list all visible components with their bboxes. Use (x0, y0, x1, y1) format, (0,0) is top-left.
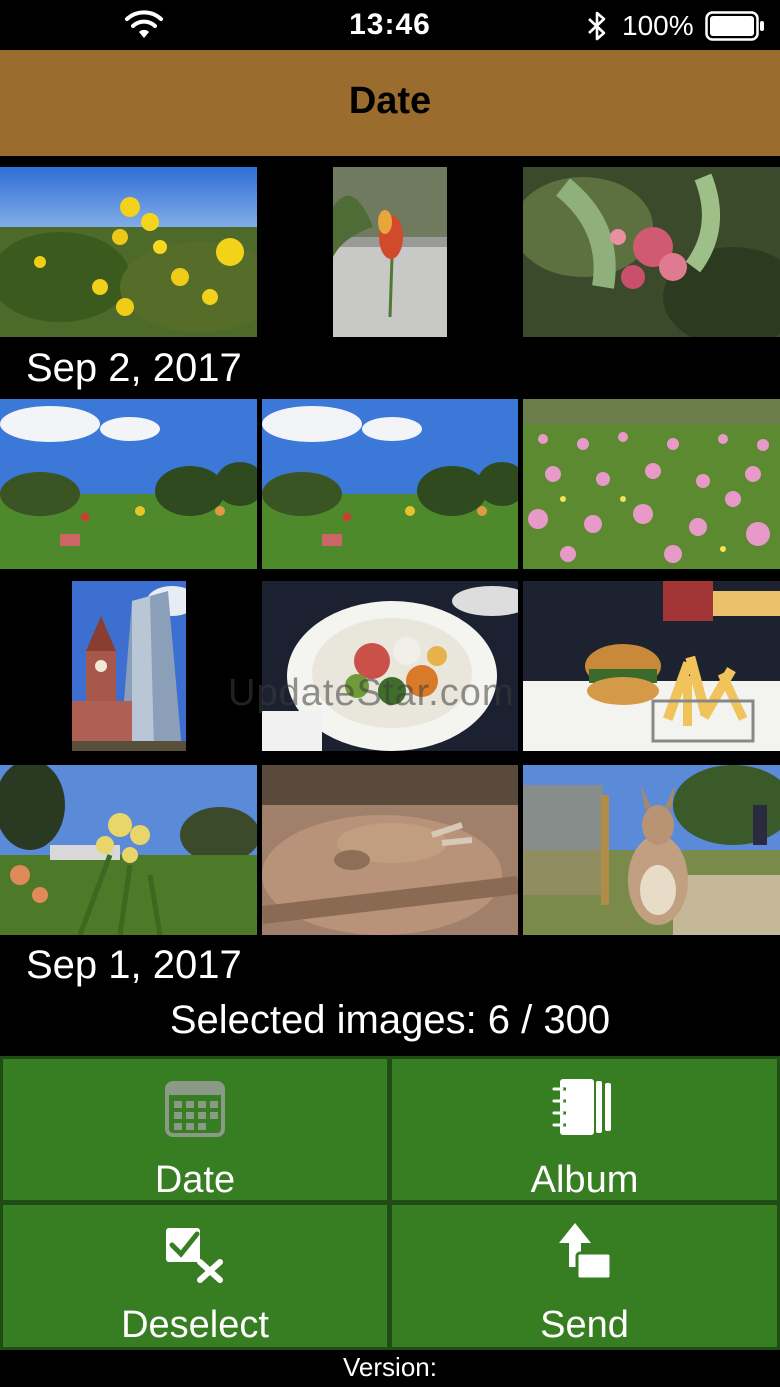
photo-grid[interactable]: ' ' ' (0, 156, 780, 996)
send-button[interactable]: Send (392, 1205, 777, 1347)
photo-thumbnail[interactable] (0, 765, 257, 935)
deselect-button-label: Deselect (121, 1304, 269, 1346)
photo-thumbnail[interactable] (523, 765, 780, 935)
photo-thumbnail[interactable] (262, 765, 518, 935)
photo-thumbnail[interactable] (72, 581, 186, 751)
send-button-label: Send (540, 1304, 629, 1346)
photo-thumbnail[interactable] (262, 399, 518, 569)
nav-title: Date (348, 80, 432, 122)
deselect-icon (166, 1228, 223, 1283)
watermark-text: UpdateStar.com (228, 672, 515, 714)
photo-thumbnail[interactable] (523, 167, 780, 337)
album-button[interactable]: Album (392, 1059, 777, 1201)
section-date: Sep 1, 2017 (26, 943, 242, 987)
battery-icon (705, 11, 764, 41)
calendar-icon (165, 1081, 225, 1137)
album-button-label: Album (530, 1159, 639, 1201)
photo-thumbnail[interactable] (523, 399, 780, 569)
version-label: Version: (343, 1352, 437, 1382)
send-icon (558, 1223, 612, 1281)
photo-thumbnail[interactable] (0, 399, 257, 569)
photo-thumbnail[interactable] (0, 167, 257, 337)
deselect-button[interactable]: Deselect (3, 1205, 387, 1347)
photo-thumbnail[interactable] (523, 581, 780, 751)
date-button[interactable]: Date (3, 1059, 387, 1201)
section-date: Sep 2, 2017 (26, 346, 242, 390)
photo-thumbnail[interactable] (262, 581, 518, 751)
photo-thumbnail[interactable] (333, 167, 447, 337)
album-icon (552, 1079, 611, 1135)
battery-percent: 100% (622, 10, 694, 41)
status-bar: 13:46 100% (0, 0, 780, 50)
scrolled-date-fragment: ' ' ' (40, 156, 103, 167)
date-button-label: Date (154, 1159, 236, 1201)
action-button-grid: Date Album Deselect Send (0, 1056, 780, 1350)
bluetooth-icon (588, 11, 606, 41)
nav-bar: Date (0, 50, 780, 156)
selected-images-count: Selected images: 6 / 300 (169, 998, 611, 1042)
